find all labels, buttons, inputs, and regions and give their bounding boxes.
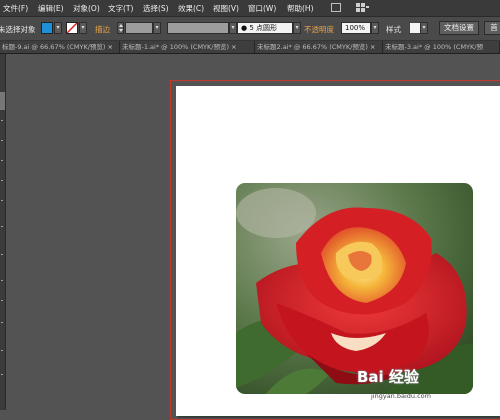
menu-select[interactable]: 选择(S) — [143, 3, 169, 14]
tool-tick — [1, 300, 3, 301]
tool-tick — [1, 280, 3, 281]
close-icon[interactable]: × — [370, 43, 375, 51]
tool-tick — [1, 322, 3, 323]
rose-photo[interactable] — [236, 183, 473, 394]
tab-document-3[interactable]: 未标题-3.ai* @ 100% (CMYK/预 — [383, 41, 500, 53]
stroke-weight-field[interactable] — [125, 22, 153, 34]
stroke-color-swatch[interactable] — [66, 22, 78, 34]
panel-grip[interactable] — [0, 92, 5, 110]
style-label: 样式 — [386, 25, 401, 34]
rose-photo-graphic — [236, 183, 473, 394]
tool-tick — [1, 350, 3, 351]
opacity-field[interactable]: 100% — [341, 22, 371, 34]
fill-dropdown[interactable]: ▾ — [54, 22, 62, 34]
menu-object[interactable]: 对象(O) — [73, 3, 100, 14]
menu-edit[interactable]: 编辑(E) — [38, 3, 64, 14]
bridge-icon[interactable] — [331, 3, 341, 12]
control-bar: 未选择对象 ▾ ▾ 描边 ▾ ▾ ● 5 点圆形 ▾ 不透明度 100% ▾ 样… — [0, 17, 500, 41]
close-icon[interactable]: × — [231, 43, 236, 51]
tool-tick — [1, 226, 3, 227]
stroke-dropdown[interactable]: ▾ — [79, 22, 87, 34]
menu-effect[interactable]: 效果(C) — [178, 3, 204, 14]
preferences-button[interactable]: 首 — [484, 21, 500, 35]
stroke-weight-dropdown[interactable]: ▾ — [153, 22, 161, 34]
menu-view[interactable]: 视图(V) — [213, 3, 239, 14]
brush-dropdown[interactable]: ▾ — [293, 22, 301, 34]
no-stroke-slash-icon — [67, 23, 77, 33]
stroke-panel-link[interactable]: 描边 — [95, 24, 110, 35]
tool-tick — [1, 180, 3, 181]
tab-document-9[interactable]: 标题-9.ai @ 66.67% (CMYK/预览) × — [0, 41, 120, 53]
selection-status: 未选择对象 — [0, 25, 36, 34]
tool-tick — [1, 160, 3, 161]
menu-window[interactable]: 窗口(W) — [248, 3, 276, 14]
fill-color-swatch[interactable] — [41, 22, 53, 34]
opacity-panel-link[interactable]: 不透明度 — [304, 24, 334, 35]
opacity-dropdown[interactable]: ▾ — [371, 22, 379, 34]
menu-file[interactable]: 文件(F) — [3, 3, 28, 14]
stroke-weight-stepper[interactable] — [117, 22, 124, 34]
variable-width-profile[interactable] — [167, 22, 229, 34]
menu-type[interactable]: 文字(T) — [108, 3, 133, 14]
style-dropdown[interactable]: ▾ — [420, 22, 428, 34]
tool-tick — [1, 254, 3, 255]
watermark-logo-text: Bai 经验 — [357, 368, 419, 386]
watermark-url: jingyan.baidu.com — [371, 392, 431, 400]
tool-tick — [1, 140, 3, 141]
tool-tick — [1, 200, 3, 201]
tool-tick — [1, 374, 3, 375]
document-setup-button[interactable]: 文档设置 — [439, 21, 479, 35]
tab-document-1[interactable]: 未标题-1.ai* @ 100% (CMYK/预览) × — [120, 41, 255, 53]
tool-tick — [1, 120, 3, 121]
tab-document-2[interactable]: 未标题2.ai* @ 66.67% (CMYK/预览) × — [255, 41, 383, 53]
brush-definition[interactable]: ● 5 点圆形 — [237, 22, 293, 34]
close-icon[interactable]: × — [108, 43, 113, 51]
profile-dropdown[interactable]: ▾ — [229, 22, 237, 34]
arrange-documents-icon[interactable] — [356, 3, 370, 12]
document-tab-bar: 标题-9.ai @ 66.67% (CMYK/预览) × 未标题-1.ai* @… — [0, 41, 500, 54]
baidu-watermark: Bai 经验 jingyan.baidu.com — [357, 366, 497, 408]
menu-bar: 文件(F) 编辑(E) 对象(O) 文字(T) 选择(S) 效果(C) 视图(V… — [0, 0, 500, 17]
menu-help[interactable]: 帮助(H) — [287, 3, 314, 14]
